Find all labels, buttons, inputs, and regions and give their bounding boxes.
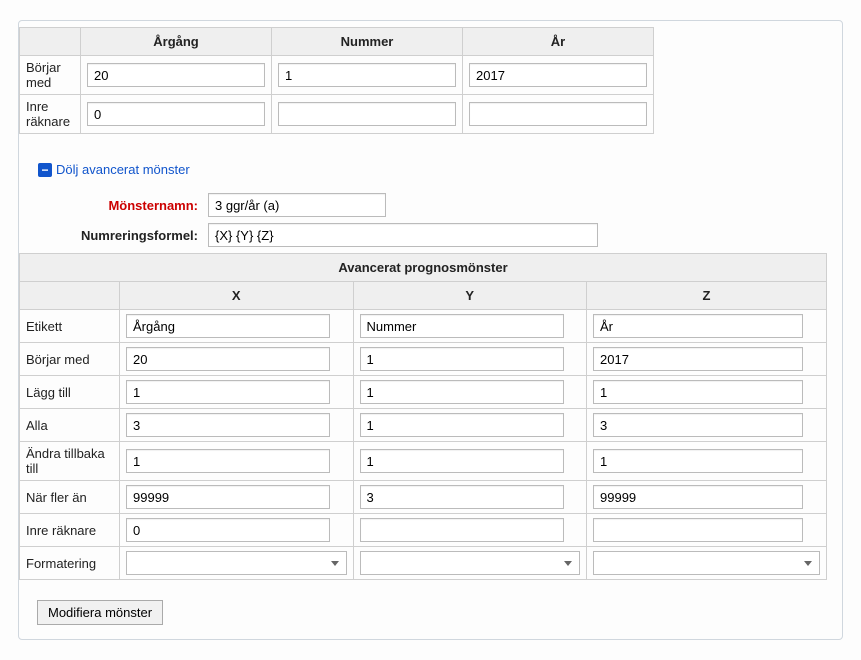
adv-when-more-y-input[interactable] bbox=[360, 485, 564, 509]
adv-row-add-label: Lägg till bbox=[20, 376, 120, 409]
top-header-ar: År bbox=[463, 28, 654, 56]
adv-formatting-z-select[interactable] bbox=[593, 551, 820, 575]
top-inner-counter-nummer-input[interactable] bbox=[278, 102, 456, 126]
adv-formatting-x-select[interactable] bbox=[126, 551, 347, 575]
top-header-nummer: Nummer bbox=[272, 28, 463, 56]
modify-pattern-button[interactable]: Modifiera mönster bbox=[37, 600, 163, 625]
adv-when-more-z-input[interactable] bbox=[593, 485, 803, 509]
formula-input[interactable] bbox=[208, 223, 598, 247]
adv-begins-with-y-input[interactable] bbox=[360, 347, 564, 371]
adv-reset-x-input[interactable] bbox=[126, 449, 330, 473]
pattern-name-label: Mönsternamn: bbox=[38, 198, 208, 213]
top-begins-with-nummer-input[interactable] bbox=[278, 63, 456, 87]
adv-all-y-input[interactable] bbox=[360, 413, 564, 437]
adv-reset-y-input[interactable] bbox=[360, 449, 564, 473]
minus-icon: − bbox=[38, 163, 52, 177]
adv-row-begins-with-label: Börjar med bbox=[20, 343, 120, 376]
top-begins-with-ar-input[interactable] bbox=[469, 63, 647, 87]
top-row-begins-with-label: Börjar med bbox=[20, 56, 81, 95]
adv-row-formatting-label: Formatering bbox=[20, 547, 120, 580]
adv-reset-z-input[interactable] bbox=[593, 449, 803, 473]
adv-begins-with-z-input[interactable] bbox=[593, 347, 803, 371]
toggle-advanced-link[interactable]: − Dölj avancerat mönster bbox=[38, 162, 190, 177]
adv-header-x: X bbox=[120, 282, 354, 310]
adv-header-z: Z bbox=[587, 282, 827, 310]
adv-row-reset-label: Ändra tillbaka till bbox=[20, 442, 120, 481]
top-begins-with-argang-input[interactable] bbox=[87, 63, 265, 87]
adv-inner-counter-z-input[interactable] bbox=[593, 518, 803, 542]
adv-row-all-label: Alla bbox=[20, 409, 120, 442]
toggle-advanced-label: Dölj avancerat mönster bbox=[56, 162, 190, 177]
advanced-table: Avancerat prognosmönster X Y Z Etikett B… bbox=[19, 253, 827, 580]
advanced-table-caption: Avancerat prognosmönster bbox=[20, 254, 827, 282]
top-inner-counter-argang-input[interactable] bbox=[87, 102, 265, 126]
adv-add-x-input[interactable] bbox=[126, 380, 330, 404]
adv-row-inner-counter-label: Inre räknare bbox=[20, 514, 120, 547]
adv-inner-counter-y-input[interactable] bbox=[360, 518, 564, 542]
top-inner-counter-ar-input[interactable] bbox=[469, 102, 647, 126]
adv-formatting-y-select[interactable] bbox=[360, 551, 581, 575]
adv-inner-counter-x-input[interactable] bbox=[126, 518, 330, 542]
adv-when-more-x-input[interactable] bbox=[126, 485, 330, 509]
adv-add-z-input[interactable] bbox=[593, 380, 803, 404]
adv-header-corner bbox=[20, 282, 120, 310]
adv-row-label-label: Etikett bbox=[20, 310, 120, 343]
adv-label-x-input[interactable] bbox=[126, 314, 330, 338]
adv-add-y-input[interactable] bbox=[360, 380, 564, 404]
top-table: Årgång Nummer År Börjar med Inre räknare bbox=[19, 27, 654, 134]
top-table-corner bbox=[20, 28, 81, 56]
adv-all-x-input[interactable] bbox=[126, 413, 330, 437]
adv-label-y-input[interactable] bbox=[360, 314, 564, 338]
adv-header-y: Y bbox=[353, 282, 587, 310]
adv-label-z-input[interactable] bbox=[593, 314, 803, 338]
adv-begins-with-x-input[interactable] bbox=[126, 347, 330, 371]
top-header-argang: Årgång bbox=[81, 28, 272, 56]
adv-row-when-more-label: När fler än bbox=[20, 481, 120, 514]
top-row-inner-counter-label: Inre räknare bbox=[20, 95, 81, 134]
pattern-name-input[interactable] bbox=[208, 193, 386, 217]
formula-label: Numreringsformel: bbox=[38, 228, 208, 243]
adv-all-z-input[interactable] bbox=[593, 413, 803, 437]
